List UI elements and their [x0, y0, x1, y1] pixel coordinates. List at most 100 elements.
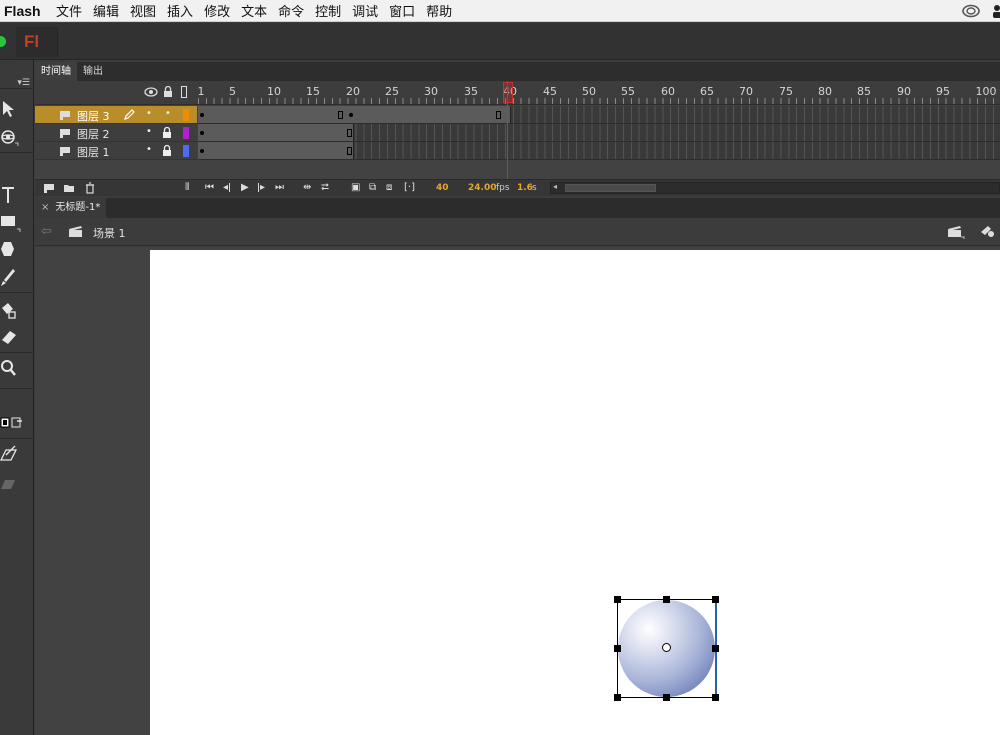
- play-icon[interactable]: ▶: [241, 182, 249, 193]
- layer-icon: [60, 147, 70, 156]
- 3d-rotation-tool-icon[interactable]: [0, 126, 26, 148]
- close-icon[interactable]: ×: [41, 202, 49, 213]
- layer-frames[interactable]: [198, 142, 1000, 160]
- menu-insert[interactable]: 插入: [167, 1, 204, 20]
- menu-window[interactable]: 窗口: [389, 1, 426, 20]
- lock-icon[interactable]: [162, 145, 172, 156]
- elapsed-time-value[interactable]: 1.6: [517, 183, 533, 193]
- window-zoom-button[interactable]: [0, 36, 6, 47]
- stage-canvas[interactable]: [150, 250, 1000, 735]
- layer-frames[interactable]: [198, 106, 1000, 124]
- panel-gripper-icon: ⦀: [185, 182, 190, 193]
- tab-timeline[interactable]: 时间轴: [35, 62, 77, 81]
- snap-to-objects-icon[interactable]: [0, 444, 26, 466]
- layer-name-cell[interactable]: 图层 1 •: [35, 142, 197, 160]
- playhead[interactable]: [503, 82, 513, 103]
- rectangle-tool-icon[interactable]: [0, 211, 26, 233]
- layer-name-cell[interactable]: 图层 2 •: [35, 124, 197, 142]
- transform-handle-top-right[interactable]: [712, 596, 719, 603]
- step-forward-icon[interactable]: ǀ▸: [257, 182, 265, 193]
- transform-handle-top[interactable]: [663, 596, 670, 603]
- ruler-label: 50: [582, 85, 596, 98]
- edit-scene-icon[interactable]: [947, 223, 965, 239]
- selection-tool-icon[interactable]: [0, 98, 26, 120]
- frame-rate-value[interactable]: 24.00: [468, 183, 496, 193]
- tools-panel-menu-icon[interactable]: ▾☰: [0, 77, 34, 89]
- visibility-toggle[interactable]: •: [146, 126, 152, 137]
- transform-handle-left[interactable]: [614, 645, 621, 652]
- menu-modify[interactable]: 修改: [204, 1, 241, 20]
- scrollbar-thumb[interactable]: [565, 184, 656, 192]
- tab-output[interactable]: 输出: [77, 62, 109, 81]
- layer-row-3[interactable]: 图层 3 • •: [35, 106, 1000, 124]
- new-folder-icon[interactable]: [63, 183, 75, 193]
- modify-markers-icon[interactable]: [·]: [404, 182, 415, 193]
- visibility-toggle[interactable]: •: [146, 108, 152, 119]
- end-frame[interactable]: [496, 111, 501, 119]
- back-arrow-icon[interactable]: ⇦: [41, 224, 52, 239]
- lock-all-icon[interactable]: [163, 86, 173, 98]
- transform-handle-bottom-right[interactable]: [712, 694, 719, 701]
- layer-frames[interactable]: [198, 124, 1000, 142]
- go-to-first-frame-icon[interactable]: ⏮: [205, 182, 214, 193]
- center-frame-icon[interactable]: ⇹: [303, 182, 311, 193]
- end-frame[interactable]: [347, 129, 352, 137]
- layer-name-cell[interactable]: 图层 3 • •: [35, 106, 197, 124]
- menu-file[interactable]: 文件: [56, 1, 93, 20]
- polystar-tool-icon[interactable]: [0, 238, 26, 260]
- outline-color-swatch[interactable]: [183, 109, 189, 121]
- onion-skin-icon[interactable]: ▣: [351, 182, 360, 193]
- transform-handle-top-left[interactable]: [614, 596, 621, 603]
- user-icon[interactable]: [990, 3, 1000, 19]
- transform-handle-bottom[interactable]: [663, 694, 670, 701]
- menu-edit[interactable]: 编辑: [93, 1, 130, 20]
- end-frame[interactable]: [347, 147, 352, 155]
- current-frame-value[interactable]: 40: [436, 183, 449, 193]
- menu-control[interactable]: 控制: [315, 1, 352, 20]
- end-frame[interactable]: [338, 111, 343, 119]
- menu-debug[interactable]: 调试: [352, 1, 389, 20]
- outline-color-swatch[interactable]: [183, 145, 189, 157]
- menu-commands[interactable]: 命令: [278, 1, 315, 20]
- transformation-point[interactable]: [662, 643, 671, 652]
- visibility-toggle[interactable]: •: [146, 144, 152, 155]
- document-tab[interactable]: × 无标题-1*: [35, 198, 107, 218]
- app-menu[interactable]: Flash: [0, 3, 56, 19]
- keyframe[interactable]: [349, 113, 353, 117]
- scroll-left-icon[interactable]: ◂: [553, 182, 557, 191]
- layer-row-2[interactable]: 图层 2 •: [35, 124, 1000, 142]
- outline-all-icon[interactable]: [181, 86, 188, 98]
- text-tool-icon[interactable]: [0, 184, 26, 206]
- timeline-tabs: 时间轴 输出: [35, 62, 1000, 81]
- timeline-scrollbar[interactable]: ◂: [550, 182, 1000, 194]
- menu-view[interactable]: 视图: [130, 1, 167, 20]
- show-hide-all-icon[interactable]: [144, 87, 158, 97]
- edit-multiple-frames-icon[interactable]: ⧈: [386, 182, 392, 193]
- new-layer-icon[interactable]: [43, 183, 55, 193]
- zoom-tool-icon[interactable]: [0, 358, 26, 380]
- menu-help[interactable]: 帮助: [426, 1, 463, 20]
- onion-skin-outlines-icon[interactable]: ⧉: [369, 182, 376, 193]
- menu-text[interactable]: 文本: [241, 1, 278, 20]
- edit-symbols-icon[interactable]: [979, 223, 997, 239]
- brush-tool-icon[interactable]: [0, 266, 26, 288]
- swap-colors-icon[interactable]: [0, 413, 26, 435]
- keyframe[interactable]: [200, 113, 204, 117]
- ruler-label: 1: [197, 85, 205, 98]
- step-back-icon[interactable]: ◂ǀ: [223, 182, 231, 193]
- loop-icon[interactable]: ⮂: [321, 182, 329, 193]
- delete-layer-icon[interactable]: [85, 182, 95, 194]
- eraser-tool-icon[interactable]: [0, 326, 26, 348]
- layer-row-1[interactable]: 图层 1 •: [35, 142, 1000, 160]
- transform-handle-right[interactable]: [712, 645, 719, 652]
- lock-icon[interactable]: [162, 127, 172, 138]
- keyframe[interactable]: [200, 131, 204, 135]
- outline-color-swatch[interactable]: [183, 127, 189, 139]
- go-to-last-frame-icon[interactable]: ⏭: [275, 182, 284, 193]
- transform-handle-bottom-left[interactable]: [614, 694, 621, 701]
- keyframe[interactable]: [200, 149, 204, 153]
- ruler-label: 95: [936, 85, 950, 98]
- lock-toggle[interactable]: •: [165, 108, 171, 119]
- creative-cloud-icon[interactable]: [962, 3, 980, 18]
- paint-bucket-tool-icon[interactable]: [0, 300, 26, 322]
